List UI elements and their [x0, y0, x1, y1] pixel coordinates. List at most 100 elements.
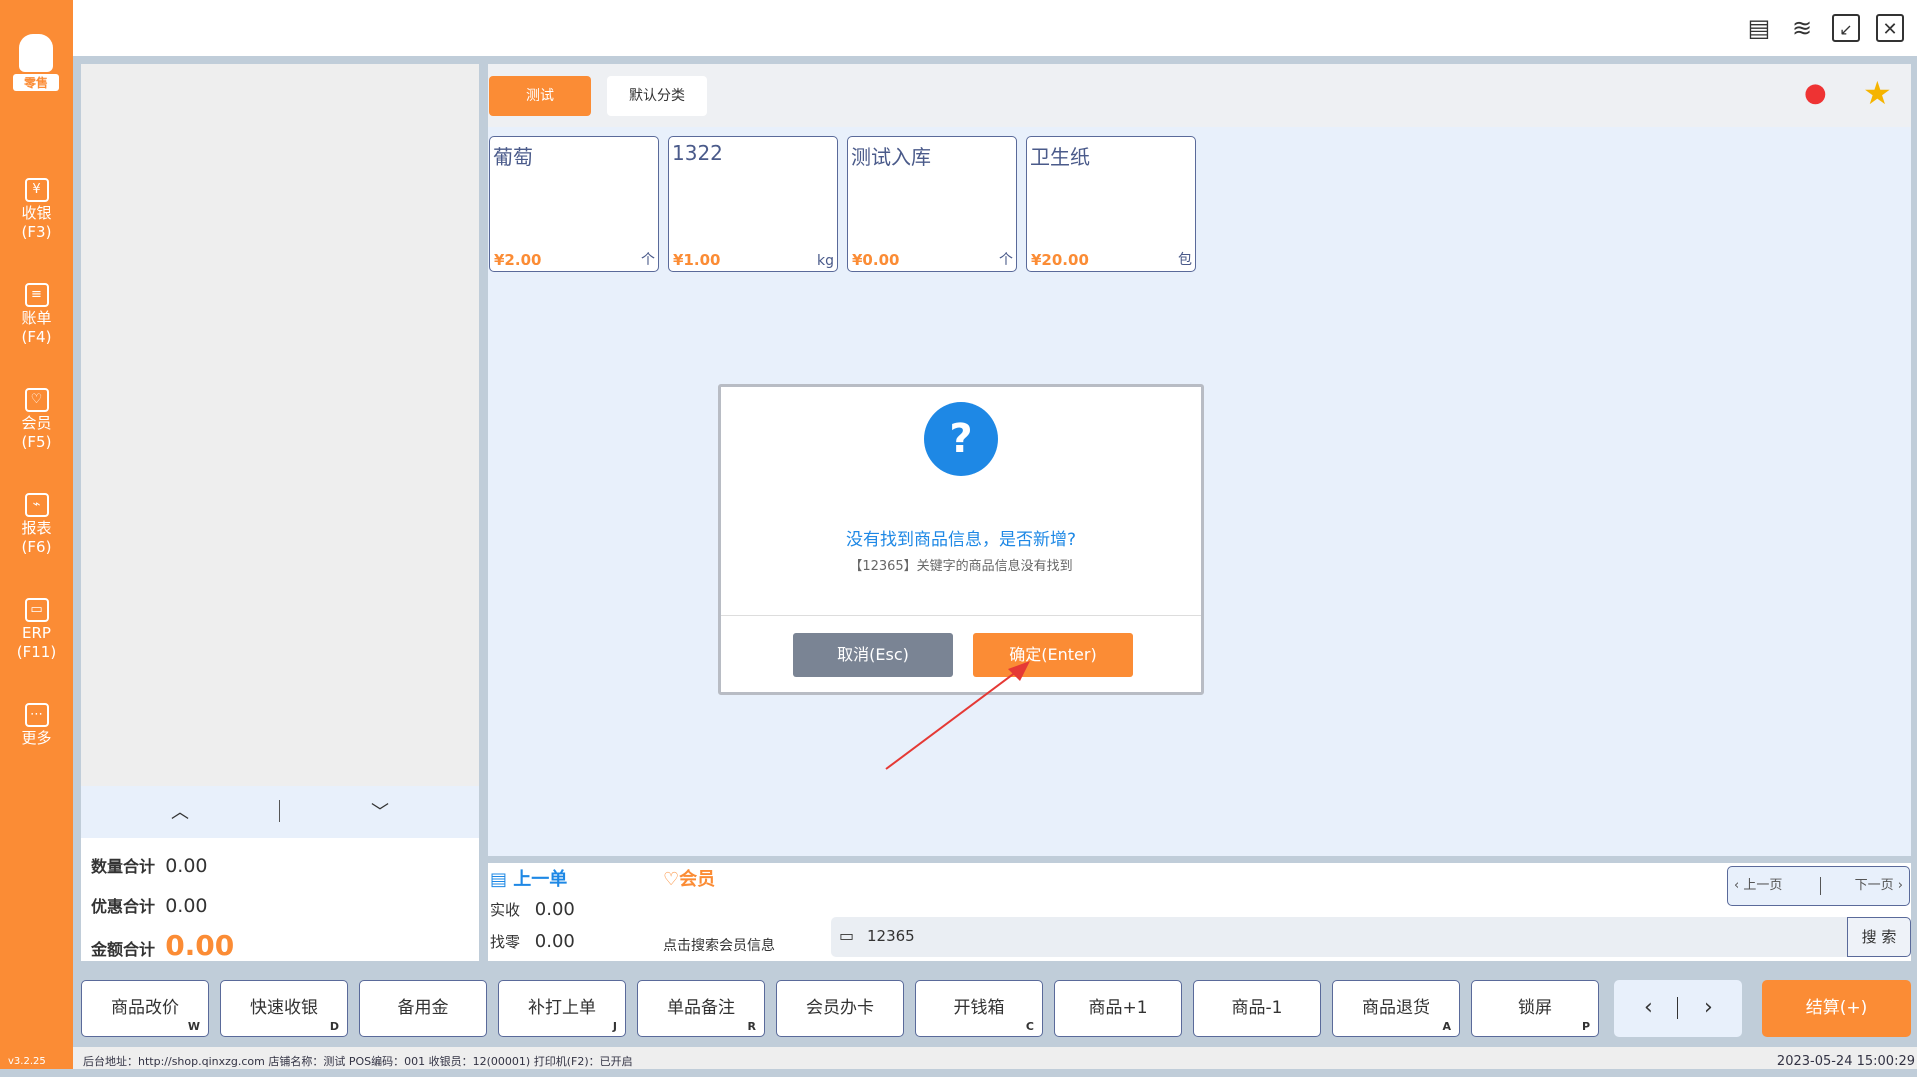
sidebar-item-key: (F4): [21, 328, 52, 346]
annotation-arrow: [885, 661, 1030, 770]
status-bar: 后台地址：http://shop.qinxzg.com 店铺名称：测试 POS编…: [73, 1047, 1917, 1069]
last-order-link[interactable]: ▤ 上一单: [490, 865, 567, 891]
button-label: 开钱箱: [953, 998, 1005, 1018]
button-label: 锁屏: [1518, 998, 1552, 1018]
button-label: 补打上单: [528, 998, 596, 1018]
logo-text: 零售: [13, 74, 59, 91]
shortcut-key: D: [329, 1020, 339, 1033]
function-button[interactable]: 锁屏 P: [1471, 980, 1599, 1037]
scroll-up-icon[interactable]: ︿: [171, 798, 189, 824]
sidebar-item-label: 账单: [21, 309, 52, 327]
search-button[interactable]: 搜 索: [1847, 917, 1911, 957]
shortcut-key: A: [1442, 1020, 1451, 1033]
button-label: 备用金: [397, 998, 449, 1018]
minimize-icon[interactable]: ↙: [1832, 14, 1860, 42]
sidebar-item-0[interactable]: ¥ 收银 (F3): [0, 178, 73, 242]
cashier-icon: ¥: [24, 178, 49, 202]
button-label: 商品退货: [1362, 998, 1430, 1018]
top-bar: ▤ ≋ ↙ ✕: [73, 0, 1917, 56]
barcode-scan-icon: ▭: [839, 926, 855, 945]
cart-scroll: ︿ ﹀: [81, 786, 479, 838]
sidebar: 零售 ¥ 收银 (F3) ≡ 账单 (F4) ♡ 会员 (F5) ⌁ 报表 (F6) ▭ ERP (F11)…: [0, 0, 73, 1069]
function-button[interactable]: 补打上单 J: [498, 980, 626, 1037]
button-label: 商品-1: [1231, 998, 1283, 1018]
sidebar-item-key: (F11): [16, 643, 57, 661]
prev-page-button[interactable]: ‹ 上一页: [1734, 867, 1782, 905]
more-icon: ⋯: [24, 703, 49, 727]
sidebar-item-1[interactable]: ≡ 账单 (F4): [0, 283, 73, 347]
category-tabs: 测试 默认分类 ● ★: [488, 64, 1911, 127]
close-icon[interactable]: ✕: [1876, 14, 1904, 42]
shortcut-key: R: [747, 1020, 756, 1033]
question-icon: ?: [924, 402, 998, 476]
shortcut-key: J: [612, 1020, 617, 1033]
function-button[interactable]: 商品退货 A: [1332, 980, 1460, 1037]
bill-icon: ≡: [24, 283, 49, 307]
sidebar-item-label: 收银: [21, 204, 52, 222]
function-button[interactable]: 备用金: [359, 980, 487, 1037]
sidebar-item-label: 更多: [21, 729, 52, 747]
next-page-button[interactable]: 下一页 ›: [1855, 867, 1903, 905]
button-label: 快速收银: [250, 998, 318, 1018]
qty-label: 数量合计: [91, 857, 156, 876]
totals: 数量合计 0.00 优惠合计 0.00 金额合计 0.00: [81, 838, 479, 962]
received-label: 实收: [490, 901, 521, 919]
function-button[interactable]: 商品-1: [1193, 980, 1321, 1037]
shortcut-key: P: [1581, 1020, 1590, 1033]
pager: ‹ 上一页 下一页 ›: [1727, 866, 1910, 906]
order-info: ▤ 上一单 ♡会员 实收 0.00 找零 0.00 点击搜索会员信息 ‹ 上一页…: [488, 863, 1911, 961]
function-button[interactable]: 快速收银 D: [220, 980, 348, 1037]
next-page-label: 下一页: [1854, 878, 1894, 893]
next-arrow-button[interactable]: ›: [1704, 980, 1713, 1035]
change-label: 找零: [490, 933, 521, 951]
member-label: 会员: [679, 869, 716, 890]
qty-value: 0.00: [165, 855, 208, 877]
member-link[interactable]: ♡会员: [663, 865, 715, 891]
wifi-icon[interactable]: ≋: [1788, 14, 1816, 42]
dialog-subtitle: 【12365】关键字的商品信息没有找到: [849, 559, 1073, 574]
function-button[interactable]: 单品备注 R: [637, 980, 765, 1037]
button-label: 商品改价: [111, 998, 179, 1018]
erp-icon: ▭: [24, 598, 49, 622]
amount-value: 0.00: [165, 929, 235, 962]
cart-panel: ︿ ﹀ 数量合计 0.00 优惠合计 0.00 金额合计 0.00: [81, 64, 479, 962]
amount-label: 金额合计: [91, 940, 156, 959]
sidebar-item-key: (F6): [21, 538, 52, 556]
function-button[interactable]: 商品改价 W: [81, 980, 209, 1037]
divider: [279, 800, 280, 822]
last-order-label: 上一单: [513, 869, 568, 890]
function-button[interactable]: 会员办卡: [776, 980, 904, 1037]
settle-button[interactable]: 结算(+): [1762, 980, 1911, 1037]
sidebar-item-4[interactable]: ▭ ERP (F11): [0, 598, 73, 662]
shortcut-key: C: [1025, 1020, 1034, 1033]
favorite-icon[interactable]: ★: [1863, 74, 1892, 112]
tab-default[interactable]: 默认分类: [607, 76, 707, 116]
confirm-dialog: ? 没有找到商品信息，是否新增? 【12365】关键字的商品信息没有找到 取消(…: [718, 384, 1204, 695]
search-box[interactable]: ▭ 12365 搜 索: [831, 917, 1911, 957]
button-label: 单品备注: [667, 998, 735, 1018]
store-icon[interactable]: ▤: [1745, 14, 1773, 42]
function-button[interactable]: 商品+1: [1054, 980, 1182, 1037]
button-label: 商品+1: [1088, 998, 1148, 1018]
status-text: 后台地址：http://shop.qinxzg.com 店铺名称：测试 POS编…: [83, 1055, 633, 1068]
dialog-title: 没有找到商品信息，是否新增?: [845, 530, 1077, 550]
function-button[interactable]: 开钱箱 C: [915, 980, 1043, 1037]
received-value: 0.00: [534, 899, 575, 920]
search-input[interactable]: 12365: [867, 927, 915, 945]
tab-test[interactable]: 测试: [489, 76, 591, 116]
sidebar-item-2[interactable]: ♡ 会员 (F5): [0, 388, 73, 452]
scroll-down-icon[interactable]: ﹀: [371, 798, 389, 824]
sidebar-item-key: (F3): [21, 223, 52, 241]
sidebar-item-label: 会员: [21, 414, 52, 432]
sidebar-item-3[interactable]: ⌁ 报表 (F6): [0, 493, 73, 557]
sidebar-item-5[interactable]: ⋯ 更多: [0, 703, 73, 748]
version: v3.2.25: [8, 1056, 46, 1067]
discount-value: 0.00: [165, 895, 208, 917]
button-label: 会员办卡: [806, 998, 874, 1018]
sidebar-item-label: 报表: [21, 519, 52, 537]
sidebar-item-label: ERP: [22, 624, 51, 642]
hot-icon[interactable]: ●: [1804, 78, 1827, 108]
prev-arrow-button[interactable]: ‹ ›: [1614, 980, 1742, 1037]
datetime: 2023-05-24 15:00:29: [1776, 1054, 1915, 1069]
member-search-link[interactable]: 点击搜索会员信息: [663, 935, 775, 955]
